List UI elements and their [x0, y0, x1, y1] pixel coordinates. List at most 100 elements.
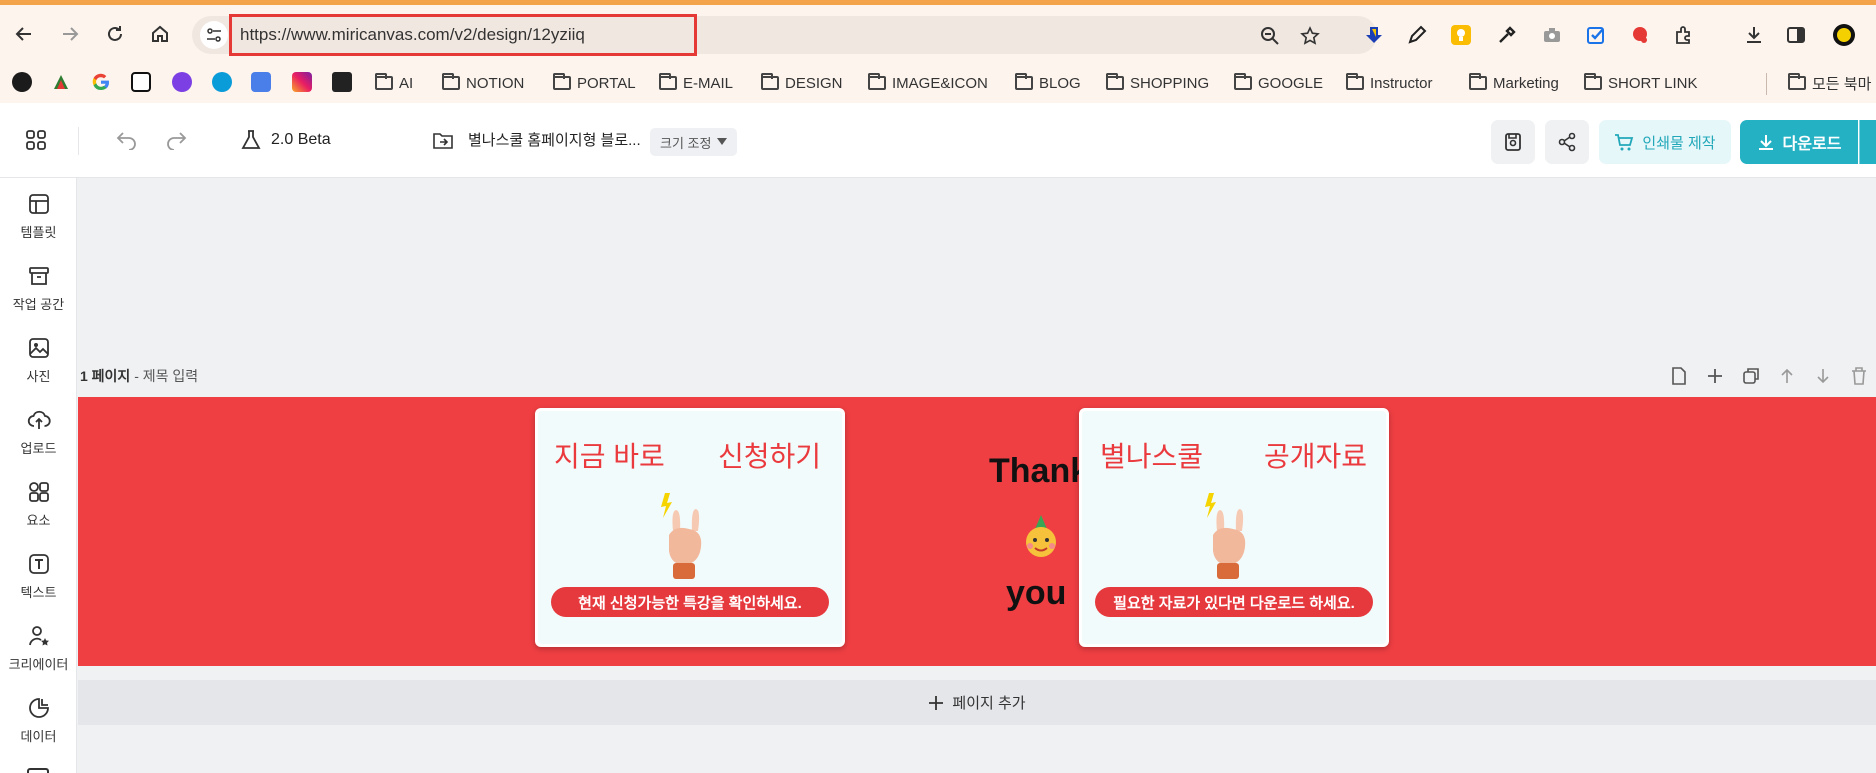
browser-toolbar: https://www.miricanvas.com/v2/design/12y…: [0, 5, 1876, 103]
reload-button[interactable]: [100, 19, 130, 49]
plus-icon: [929, 695, 944, 710]
bookmark-folder-blog[interactable]: BLOG: [1015, 71, 1081, 95]
delete-page-icon[interactable]: [1847, 364, 1871, 388]
card-body: 별나스쿨 공개자료 필요한 자료가 있다면 다운로드 하세요.: [1082, 411, 1386, 644]
profile-avatar[interactable]: [1832, 23, 1856, 47]
card-title-left: 지금 바로: [554, 441, 665, 472]
notion-favicon[interactable]: [131, 72, 151, 92]
page-note-icon[interactable]: [1667, 364, 1691, 388]
site-info-button[interactable]: [200, 21, 228, 49]
document-title[interactable]: 별나스쿨 홈페이지형 블로...: [468, 129, 641, 150]
page-title-area[interactable]: 1 페이지 - 제목 입력: [80, 366, 198, 386]
bookmark-folder-design[interactable]: DESIGN: [761, 71, 843, 95]
bookmarks-divider: [1766, 73, 1767, 95]
bookmark-favicon-1[interactable]: [12, 72, 32, 92]
sidebar-item-workspace[interactable]: 작업 공간: [0, 260, 77, 316]
resize-dropdown[interactable]: 크기 조정: [650, 128, 738, 156]
share-button[interactable]: [1545, 120, 1589, 164]
bookmark-favicon-9[interactable]: [332, 72, 352, 92]
bookmark-folder-shopping[interactable]: SHOPPING: [1106, 71, 1209, 95]
bookmark-folder-portal[interactable]: PORTAL: [553, 71, 636, 95]
address-bar[interactable]: https://www.miricanvas.com/v2/design/12y…: [192, 14, 1377, 56]
duplicate-page-icon[interactable]: [1739, 364, 1763, 388]
url-text[interactable]: https://www.miricanvas.com/v2/design/12y…: [229, 14, 697, 56]
folder-icon: [1584, 73, 1602, 90]
you-text[interactable]: you: [1006, 574, 1066, 613]
all-bookmarks-folder[interactable]: 모든 북마: [1788, 71, 1871, 95]
folder-move-icon: [433, 132, 453, 149]
extension-checkbox-icon[interactable]: [1584, 23, 1608, 47]
bookmark-folder-image-icon[interactable]: IMAGE&ICON: [868, 71, 988, 95]
add-page-button[interactable]: 페이지 추가: [78, 680, 1876, 725]
bookmark-folder-notion[interactable]: NOTION: [442, 71, 524, 95]
apply-now-card[interactable]: 지금 바로 신청하기 현재 신청가능한 특강을 확인하세요.: [535, 408, 845, 647]
design-canvas[interactable]: 지금 바로 신청하기 현재 신청가능한 특강을 확인하세요. Thank you…: [78, 397, 1876, 666]
bookmark-folder-short-link[interactable]: SHORT LINK: [1584, 71, 1697, 95]
redo-button[interactable]: [165, 130, 187, 150]
side-panel-icon[interactable]: [1784, 23, 1808, 47]
move-page-down-icon[interactable]: [1811, 364, 1835, 388]
translate-favicon[interactable]: [251, 72, 271, 92]
bookmark-folder-instructor[interactable]: Instructor: [1346, 71, 1433, 95]
thank-text[interactable]: Thank: [989, 452, 1089, 491]
save-button[interactable]: [1491, 120, 1535, 164]
bookmark-folder-email[interactable]: E-MAIL: [659, 71, 733, 95]
party-face-emoji-icon: [1026, 515, 1056, 557]
bookmark-folder-google[interactable]: GOOGLE: [1234, 71, 1323, 95]
extension-eyedropper-icon[interactable]: [1495, 23, 1519, 47]
extensions-puzzle-icon[interactable]: [1672, 23, 1696, 47]
add-page-icon[interactable]: [1703, 364, 1727, 388]
bookmark-star-icon[interactable]: [1299, 25, 1321, 47]
folder-icon: [442, 73, 460, 90]
back-button[interactable]: [9, 19, 39, 49]
sidebar-item-photo[interactable]: 사진: [0, 332, 77, 388]
extension-record-icon[interactable]: [1628, 23, 1652, 47]
reload-icon: [108, 26, 122, 41]
zoom-icon[interactable]: [1259, 25, 1281, 47]
instagram-favicon[interactable]: [292, 72, 312, 92]
photo-icon: [28, 337, 49, 358]
download-button[interactable]: 다운로드: [1740, 120, 1858, 164]
extension-camera-icon[interactable]: [1540, 23, 1564, 47]
beta-version-button[interactable]: 2.0 Beta: [241, 129, 331, 151]
sidebar-item-template[interactable]: 템플릿: [0, 188, 77, 244]
share-icon: [1558, 132, 1576, 152]
folder-icon: [1234, 73, 1252, 90]
sidebar-item-upload[interactable]: 업로드: [0, 404, 77, 460]
creator-icon: [28, 625, 49, 645]
undo-button[interactable]: [116, 130, 138, 150]
save-disk-icon: [1505, 133, 1521, 151]
document-title-area[interactable]: 별나스쿨 홈페이지형 블로...: [432, 129, 641, 150]
public-materials-card[interactable]: 별나스쿨 공개자료 필요한 자료가 있다면 다운로드 하세요.: [1079, 408, 1389, 647]
arrow-left-icon: [15, 27, 31, 41]
bookmark-folder-marketing[interactable]: Marketing: [1469, 71, 1559, 95]
download-icon: [1758, 135, 1773, 150]
move-page-up-icon[interactable]: [1775, 364, 1799, 388]
archive-icon: [28, 266, 49, 285]
downloads-icon[interactable]: [1742, 23, 1766, 47]
sidebar-item-data[interactable]: 데이터: [0, 692, 77, 748]
forward-button[interactable]: [55, 19, 85, 49]
sidebar-item-text[interactable]: 텍스트: [0, 548, 77, 604]
flask-icon: [241, 130, 261, 149]
google-favicon[interactable]: [91, 72, 111, 92]
bookmark-favicon-6[interactable]: [212, 72, 232, 92]
app-menu-button[interactable]: [25, 129, 47, 151]
card-pill-button[interactable]: 현재 신청가능한 특강을 확인하세요.: [551, 587, 829, 617]
bookmark-favicon-2[interactable]: [51, 72, 71, 92]
page-number: 1 페이지: [80, 368, 131, 384]
extension-keep-icon[interactable]: [1449, 23, 1473, 47]
editor-header: 2.0 Beta 별나스쿨 홈페이지형 블로... 크기 조정 인쇄물 제작 다…: [0, 103, 1876, 178]
bookmark-favicon-5[interactable]: [172, 72, 192, 92]
print-order-button[interactable]: 인쇄물 제작: [1599, 120, 1731, 164]
sidebar-item-creator[interactable]: 크리에이터: [0, 620, 77, 676]
home-button[interactable]: [145, 19, 175, 49]
sidebar-item-elements[interactable]: 요소: [0, 476, 77, 532]
page-title-input[interactable]: 제목 입력: [143, 368, 198, 384]
extension-pencil-icon[interactable]: [1405, 23, 1429, 47]
download-options-button[interactable]: [1859, 120, 1876, 164]
sidebar-more-icon[interactable]: [27, 768, 49, 773]
bookmark-folder-ai[interactable]: AI: [375, 71, 413, 95]
extension-download-icon[interactable]: [1362, 23, 1386, 47]
card-pill-button[interactable]: 필요한 자료가 있다면 다운로드 하세요.: [1095, 587, 1373, 617]
